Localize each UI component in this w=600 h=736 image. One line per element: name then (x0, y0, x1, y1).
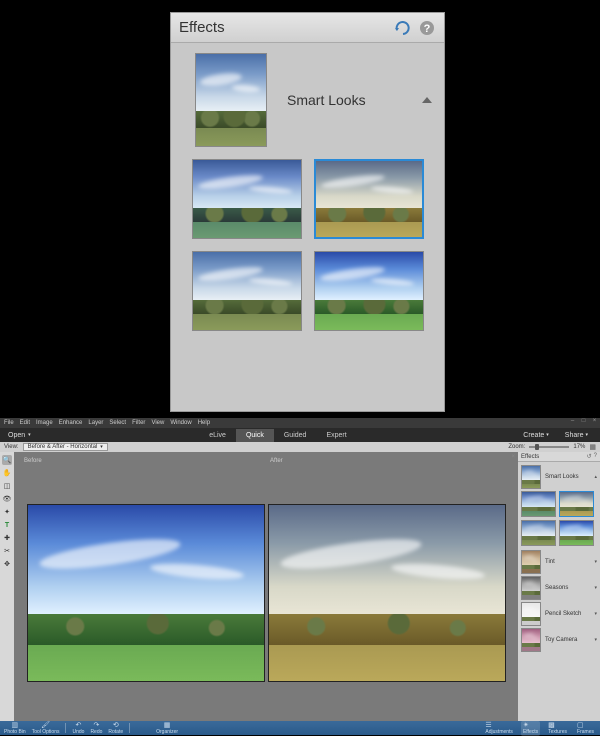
effect-thumb-2[interactable] (314, 159, 424, 239)
zoom-slider[interactable] (529, 446, 569, 448)
mode-tabs: eLive Quick Guided Expert (39, 429, 518, 442)
help-icon[interactable]: ? (418, 19, 436, 37)
mode-tab-quick[interactable]: Quick (236, 429, 274, 442)
category-thumbnail (195, 53, 267, 147)
text-tool-icon[interactable]: T (2, 520, 12, 530)
sb-tab-frames[interactable]: ▢Frames (575, 721, 596, 736)
menu-enhance[interactable]: Enhance (59, 420, 83, 426)
heal-tool-icon[interactable]: ✚ (2, 533, 12, 543)
chevron-up-icon: ▴ (594, 474, 597, 480)
sb-tab-textures[interactable]: ▩Textures (546, 721, 569, 736)
rp-category-toy-camera[interactable]: Toy Camera ▾ (521, 628, 597, 652)
sb-tab-effects[interactable]: ✴Effects (521, 721, 540, 736)
mode-tab-guided[interactable]: Guided (274, 429, 317, 442)
sb-redo[interactable]: ↷Redo (90, 722, 102, 735)
close-icon[interactable]: × (591, 418, 598, 425)
menu-filter[interactable]: Filter (132, 420, 145, 426)
sb-undo[interactable]: ↶Undo (72, 722, 84, 735)
menu-image[interactable]: Image (36, 420, 53, 426)
crop-tool-icon[interactable]: ✂ (2, 546, 12, 556)
zoom-value: 17% (573, 444, 585, 450)
mode-tab-expert[interactable]: Expert (316, 429, 356, 442)
right-effects-panel: Effects ↺ ? Smart Looks ▴ (518, 452, 600, 721)
menu-view[interactable]: View (151, 420, 164, 426)
create-button[interactable]: Create▾ (517, 430, 555, 441)
menu-help[interactable]: Help (198, 420, 210, 426)
effect-thumb-3[interactable] (192, 251, 302, 331)
reset-icon[interactable] (394, 19, 412, 37)
view-label: View: (4, 444, 19, 450)
mode-tab-elive[interactable]: eLive (199, 429, 236, 442)
maximize-icon[interactable]: □ (580, 418, 587, 425)
svg-text:?: ? (424, 23, 431, 35)
right-panel-header: Effects ↺ ? (518, 452, 600, 462)
move-tool-icon[interactable]: ✥ (2, 559, 12, 569)
menu-window[interactable]: Window (170, 420, 191, 426)
menu-file[interactable]: File (4, 420, 14, 426)
after-label: After (270, 458, 283, 464)
menu-layer[interactable]: Layer (88, 420, 103, 426)
rp-category-pencil-sketch[interactable]: Pencil Sketch ▾ (521, 602, 597, 626)
help-icon[interactable]: ? (594, 453, 597, 460)
effects-panel-title: Effects (179, 19, 394, 36)
before-image (27, 504, 265, 682)
document-close-icon[interactable]: × (511, 454, 515, 460)
after-image (268, 504, 506, 682)
rp-category-smart-looks[interactable]: Smart Looks ▴ (521, 465, 597, 489)
selection-tool-icon[interactable]: ◫ (2, 481, 12, 491)
statusbar: ▥Photo Bin 🖌Tool Options ↶Undo ↷Redo ⟲Ro… (0, 721, 600, 735)
zoom-label: Zoom: (508, 444, 525, 450)
effect-thumb-4[interactable] (314, 251, 424, 331)
menubar: File Edit Image Enhance Layer Select Fil… (0, 418, 600, 428)
grid-icon[interactable]: ▦ (589, 443, 596, 451)
effects-category-row[interactable]: Smart Looks (171, 43, 444, 147)
chevron-down-icon: ▾ (594, 559, 597, 565)
sb-tool-options[interactable]: 🖌Tool Options (32, 722, 60, 735)
window-controls: – □ × (569, 418, 598, 425)
left-toolbar: 🔍 ✋ ◫ 👁 ✦ T ✚ ✂ ✥ (0, 452, 14, 721)
sb-organizer[interactable]: ▦Organizer (156, 722, 178, 735)
rp-thumb-1[interactable] (521, 491, 556, 517)
zoom-tool-icon[interactable]: 🔍 (2, 455, 12, 465)
share-button[interactable]: Share▾ (559, 430, 594, 441)
eye-tool-icon[interactable]: 👁 (2, 494, 12, 504)
rp-thumb-2[interactable] (559, 491, 594, 517)
chevron-down-icon: ▾ (594, 637, 597, 643)
effects-panel-header: Effects ? (171, 13, 444, 43)
hand-tool-icon[interactable]: ✋ (2, 468, 12, 478)
sb-rotate[interactable]: ⟲Rotate (108, 722, 123, 735)
effect-thumbnails-grid (171, 147, 444, 331)
effect-thumb-1[interactable] (192, 159, 302, 239)
chevron-down-icon: ▾ (594, 585, 597, 591)
options-bar: View: Before & After - Horizontal▾ Zoom:… (0, 442, 600, 452)
whiten-tool-icon[interactable]: ✦ (2, 507, 12, 517)
before-label: Before (24, 458, 42, 464)
view-dropdown[interactable]: Before & After - Horizontal▾ (23, 443, 108, 451)
rp-thumb-4[interactable] (559, 520, 594, 546)
chevron-up-icon (422, 97, 432, 103)
photoshop-elements-window: File Edit Image Enhance Layer Select Fil… (0, 418, 600, 735)
category-label: Smart Looks (287, 92, 402, 108)
menu-edit[interactable]: Edit (20, 420, 30, 426)
chevron-down-icon: ▾ (594, 611, 597, 617)
rp-category-seasons[interactable]: Seasons ▾ (521, 576, 597, 600)
sb-tab-adjustments[interactable]: ☰Adjustments (483, 721, 515, 736)
open-button[interactable]: Open▾ (0, 432, 39, 439)
effects-panel: Effects ? Smart Looks (170, 12, 445, 412)
canvas-area: × Before After (14, 452, 518, 721)
menu-select[interactable]: Select (109, 420, 126, 426)
tabbar: Open▾ eLive Quick Guided Expert Create▾ … (0, 428, 600, 442)
minimize-icon[interactable]: – (569, 418, 576, 425)
rp-category-tint[interactable]: Tint ▾ (521, 550, 597, 574)
rp-thumb-3[interactable] (521, 520, 556, 546)
sb-photo-bin[interactable]: ▥Photo Bin (4, 722, 26, 735)
reset-icon[interactable]: ↺ (587, 453, 592, 460)
